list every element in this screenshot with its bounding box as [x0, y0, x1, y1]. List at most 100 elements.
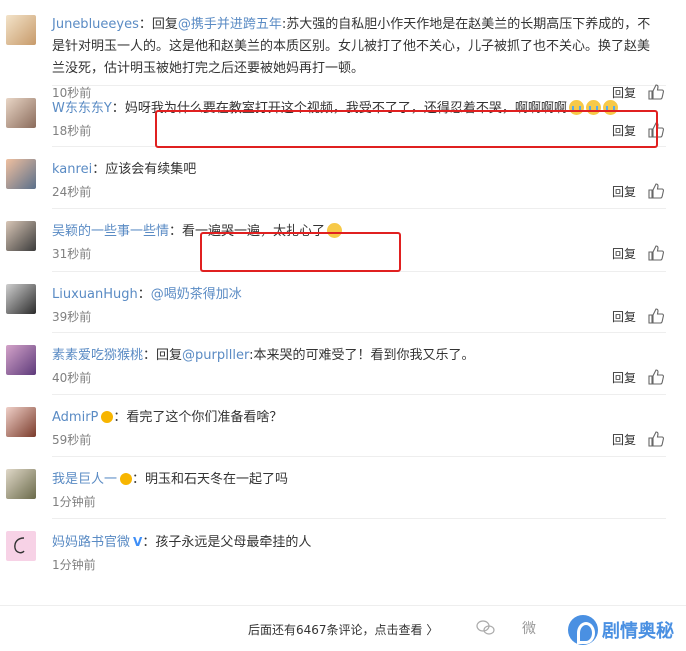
username-link[interactable]: 吴颖的一些事一些情 — [52, 224, 169, 239]
comment-body: 明玉和石天冬在一起了吗 — [145, 472, 289, 487]
separator: ： — [169, 224, 183, 239]
comment-footer: 后面还有6467条评论，点击查看 〉 微 剧情奥秘 — [0, 605, 686, 651]
username-link[interactable]: kanrei — [52, 162, 92, 177]
comment-actions: 回复 — [612, 181, 666, 203]
comment-meta: 31秒前 回复 — [52, 243, 666, 265]
reply-prefix: 回复 — [151, 17, 178, 32]
reply-prefix: 回复 — [156, 348, 183, 363]
comment-actions: 回复 — [612, 243, 666, 265]
separator: ： — [142, 535, 156, 550]
like-icon[interactable] — [648, 369, 666, 387]
timestamp: 40秒前 — [52, 371, 92, 385]
comment-meta: 1分钟前 — [52, 491, 666, 513]
like-icon[interactable] — [648, 308, 666, 326]
separator: ： — [113, 410, 127, 425]
comment-item: 素素爱吃猕猴桃：回复@purplller:本来哭的可难受了！看到你我又乐了。 4… — [6, 333, 666, 395]
timestamp: 59秒前 — [52, 433, 92, 447]
comment-actions: 回复 — [612, 429, 666, 451]
comment-meta: 39秒前 回复 — [52, 306, 666, 328]
comment-text: kanrei：应该会有续集吧 — [52, 147, 666, 181]
username-link[interactable]: AdmirP — [52, 410, 98, 425]
comment-meta: 59秒前 回复 — [52, 429, 666, 451]
avatar[interactable] — [6, 345, 36, 375]
timestamp: 31秒前 — [52, 247, 92, 261]
comment-item: kanrei：应该会有续集吧 24秒前 回复 — [6, 147, 666, 209]
comment-meta: 18秒前 回复 — [52, 120, 666, 142]
timestamp: 39秒前 — [52, 310, 92, 324]
timestamp: 24秒前 — [52, 185, 92, 199]
avatar[interactable] — [6, 531, 36, 561]
comment-item: 吴颖的一些事一些情：看一遍哭一遍，太扎心了 31秒前 回复 — [6, 209, 666, 272]
timestamp: 1分钟前 — [52, 495, 96, 509]
sad-emoji-icon — [327, 223, 343, 238]
comment-body: 应该会有续集吧 — [105, 162, 197, 177]
member-badge-icon — [120, 473, 133, 485]
avatar[interactable] — [6, 221, 36, 251]
comment-actions: 回复 — [612, 367, 666, 389]
crying-emoji-icon — [602, 100, 618, 115]
watermark: 剧情奥秘 — [568, 611, 674, 649]
mention-link[interactable]: @喝奶茶得加冰 — [151, 287, 242, 302]
reply-button[interactable]: 回复 — [612, 429, 636, 451]
separator: ： — [137, 287, 151, 302]
avatar[interactable] — [6, 469, 36, 499]
crying-emoji-icon — [568, 100, 584, 115]
like-icon[interactable] — [648, 431, 666, 449]
reply-button[interactable]: 回复 — [612, 367, 636, 389]
reply-button[interactable]: 回复 — [612, 243, 636, 265]
wechat-label: 微 — [522, 621, 536, 637]
comment-text: Juneblueeyes：回复@携手并进跨五年:苏大强的自私胆小作天作地是在赵美… — [52, 0, 666, 80]
comment-body: 孩子永远是父母最牵挂的人 — [155, 535, 312, 550]
mention-link[interactable]: @携手并进跨五年 — [178, 17, 282, 32]
like-icon[interactable] — [648, 183, 666, 201]
username-link[interactable]: LiuxuanHugh — [52, 287, 138, 302]
comment-text: LiuxuanHugh：@喝奶茶得加冰 — [52, 272, 666, 306]
view-more-link[interactable]: 后面还有6467条评论，点击查看 〉 — [248, 621, 438, 638]
watermark-text: 剧情奥秘 — [602, 621, 674, 642]
username-link[interactable]: 我是巨人一 — [52, 472, 117, 487]
comment-text: 吴颖的一些事一些情：看一遍哭一遍，太扎心了 — [52, 209, 666, 243]
reply-button[interactable]: 回复 — [612, 120, 636, 142]
separator: ： — [92, 162, 106, 177]
avatar[interactable] — [6, 98, 36, 128]
comment-item: 我是巨人一 ：明玉和石天冬在一起了吗 1分钟前 — [6, 457, 666, 519]
like-icon[interactable] — [648, 245, 666, 263]
comment-item: AdmirP ：看完了这个你们准备看啥？ 59秒前 回复 — [6, 395, 666, 457]
comment-text: AdmirP ：看完了这个你们准备看啥？ — [52, 395, 666, 429]
avatar[interactable] — [6, 159, 36, 189]
comment-actions: 回复 — [612, 306, 666, 328]
like-icon[interactable] — [648, 122, 666, 140]
comment-item: 妈妈路书官微 V：孩子永远是父母最牵挂的人 1分钟前 — [6, 519, 666, 581]
member-badge-icon — [101, 411, 114, 423]
comment-meta: 1分钟前 — [52, 554, 666, 576]
username-link[interactable]: 妈妈路书官微 — [52, 535, 130, 550]
comment-text: W东东东Y：妈呀我为什么要在教室打开这个视频，我受不了了，还得忍着不哭，啊啊啊啊 — [52, 86, 666, 120]
reply-button[interactable]: 回复 — [612, 181, 636, 203]
separator: ： — [132, 472, 146, 487]
comment-text: 我是巨人一 ：明玉和石天冬在一起了吗 — [52, 457, 666, 491]
timestamp: 1分钟前 — [52, 558, 96, 572]
comment-meta: 24秒前 回复 — [52, 181, 666, 203]
username-link[interactable]: Juneblueeyes — [52, 17, 139, 32]
reply-button[interactable]: 回复 — [612, 306, 636, 328]
avatar[interactable] — [6, 15, 36, 45]
verified-v-icon: V — [133, 535, 143, 549]
comment-item: W东东东Y：妈呀我为什么要在教室打开这个视频，我受不了了，还得忍着不哭，啊啊啊啊… — [6, 86, 666, 147]
avatar[interactable] — [6, 284, 36, 314]
separator: ： — [111, 101, 125, 116]
mention-link[interactable]: @purplller — [182, 348, 249, 363]
comment-item: Juneblueeyes：回复@携手并进跨五年:苏大强的自私胆小作天作地是在赵美… — [6, 0, 666, 100]
comment-meta: 40秒前 回复 — [52, 367, 666, 389]
wechat-icon — [476, 620, 496, 636]
username-link[interactable]: W东东东Y — [52, 101, 112, 116]
comment-actions: 回复 — [612, 120, 666, 142]
username-link[interactable]: 素素爱吃猕猴桃 — [52, 348, 143, 363]
separator: ： — [138, 17, 152, 32]
comment-item: LiuxuanHugh：@喝奶茶得加冰 39秒前 回复 — [6, 272, 666, 333]
watermark-logo-icon — [568, 615, 598, 645]
brand-logo-icon — [14, 537, 25, 554]
comment-body: 看一遍哭一遍，太扎心了 — [182, 224, 326, 239]
avatar[interactable] — [6, 407, 36, 437]
crying-emoji-icon — [585, 100, 601, 115]
comment-body: 妈呀我为什么要在教室打开这个视频，我受不了了，还得忍着不哭，啊啊啊啊 — [124, 101, 567, 116]
